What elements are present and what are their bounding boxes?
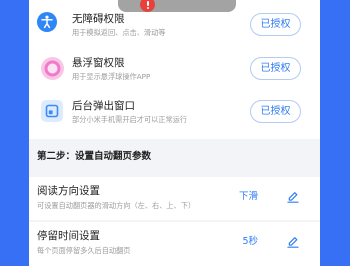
permissions-card: 无障碍权限 用于模拟返回、点击、滑动等 已授权 悬浮窗权限 用于显示悬浮球操作A… (29, 0, 320, 139)
setting-value: 下滑 (238, 191, 258, 202)
permission-title: 悬浮窗权限 (72, 57, 125, 69)
accessibility-icon (37, 12, 57, 32)
section-title: 第二步：设置自动翻页参数 (37, 151, 152, 162)
edit-pencil-icon[interactable] (287, 191, 299, 203)
setting-description: 每个页面停留多久后自动翻页 (37, 246, 131, 255)
permission-row-background-popup: 后台弹出窗口 部分小米手机需开启才可以正常运行 已授权 (29, 95, 320, 133)
permission-row-floating-window: 悬浮窗权限 用于显示悬浮球操作APP 已授权 (29, 52, 320, 90)
permission-description: 用于模拟返回、点击、滑动等 (72, 28, 166, 37)
permission-title: 后台弹出窗口 (72, 100, 135, 112)
accessibility-granted-button[interactable]: 已授权 (250, 13, 301, 36)
setting-title: 阅读方向设置 (37, 185, 100, 197)
setting-row-reading-direction[interactable]: 阅读方向设置 可设置自动翻页器的滑动方向（左、右、上、下） 下滑 (29, 177, 320, 220)
floating-window-icon (41, 57, 64, 80)
permission-row-accessibility: 无障碍权限 用于模拟返回、点击、滑动等 已授权 (29, 8, 320, 46)
background-popup-granted-button[interactable]: 已授权 (250, 100, 301, 123)
background-popup-icon (41, 100, 63, 122)
permission-description: 部分小米手机需开启才可以正常运行 (72, 115, 188, 124)
setting-description: 可设置自动翻页器的滑动方向（左、右、上、下） (37, 201, 196, 210)
alert-icon (140, 0, 155, 12)
floating-window-granted-button[interactable]: 已授权 (250, 57, 301, 80)
settings-panel: 无障碍权限 用于模拟返回、点击、滑动等 已授权 悬浮窗权限 用于显示悬浮球操作A… (29, 0, 320, 266)
setting-title: 停留时间设置 (37, 230, 100, 242)
top-floating-bar (118, 0, 236, 12)
setting-value: 5秒 (242, 236, 258, 247)
permission-description: 用于显示悬浮球操作APP (72, 72, 151, 81)
edit-pencil-icon[interactable] (287, 236, 299, 248)
setting-row-dwell-time[interactable]: 停留时间设置 每个页面停留多久后自动翻页 5秒 (29, 222, 320, 266)
permission-title: 无障碍权限 (72, 13, 125, 25)
